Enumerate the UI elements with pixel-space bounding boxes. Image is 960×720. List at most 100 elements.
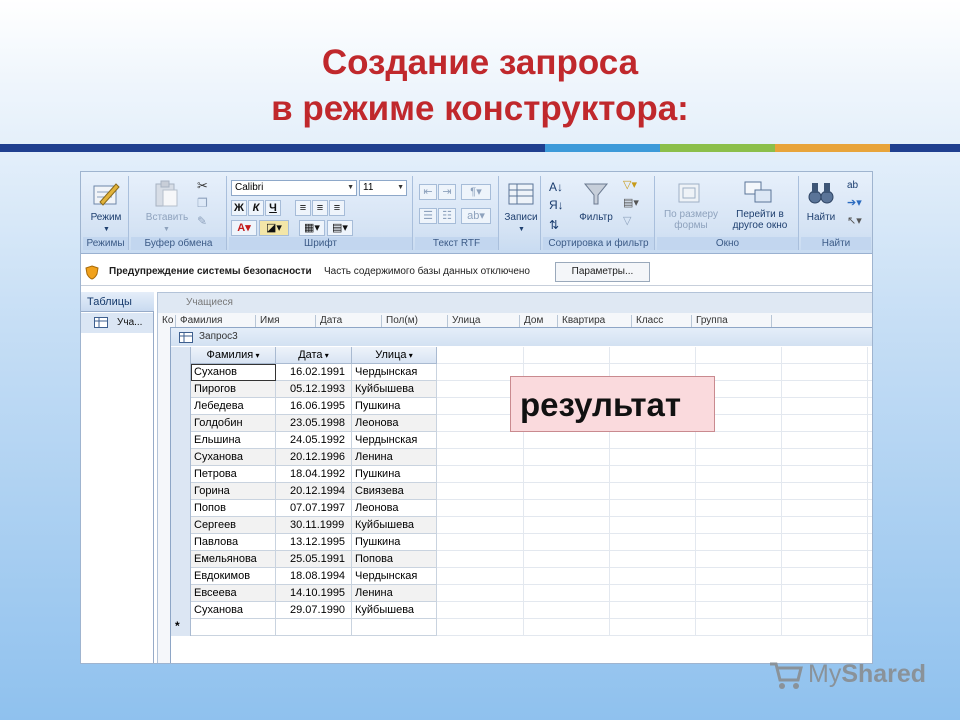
font-size-select[interactable]: 11 ▼ — [359, 180, 407, 196]
table-cell[interactable]: 24.05.1992 — [276, 432, 352, 449]
students-column-header[interactable]: Дата — [316, 315, 382, 327]
filter-button[interactable]: Фильтр — [575, 212, 617, 223]
records-dropdown-icon[interactable]: ▼ — [518, 224, 525, 235]
italic-button[interactable]: К — [248, 200, 264, 216]
table-cell[interactable]: Леонова — [352, 415, 437, 432]
table-cell[interactable]: Емельянова — [191, 551, 276, 568]
table-cell[interactable]: Голдобин — [191, 415, 276, 432]
toggle-filter-icon[interactable]: ▽ — [623, 216, 631, 227]
table-cell[interactable]: 20.12.1994 — [276, 483, 352, 500]
students-window-title[interactable]: Учащиеся — [158, 293, 872, 313]
table-cell[interactable]: 16.06.1995 — [276, 398, 352, 415]
table-cell[interactable]: 14.10.1995 — [276, 585, 352, 602]
students-column-header[interactable]: Класс — [632, 315, 692, 327]
find-button[interactable]: Найти — [801, 212, 841, 223]
underline-button[interactable]: Ч — [265, 200, 281, 216]
format-painter-icon[interactable]: ✎ — [197, 215, 207, 227]
table-cell[interactable]: Петрова — [191, 466, 276, 483]
mode-button[interactable]: Режим — [85, 212, 127, 223]
column-header[interactable]: Улица ▾ — [352, 347, 437, 364]
table-cell[interactable]: Сергеев — [191, 517, 276, 534]
table-cell[interactable]: 29.07.1990 — [276, 602, 352, 619]
table-cell[interactable]: Ленина — [352, 585, 437, 602]
query-window-title[interactable]: Запрос3 — [171, 328, 872, 346]
table-cell[interactable]: Евсеева — [191, 585, 276, 602]
nav-header[interactable]: Таблицы — [81, 292, 154, 312]
fit-to-form-button[interactable]: По размеру формы — [659, 209, 723, 231]
sort-ascending-icon[interactable]: A↓ — [549, 181, 563, 193]
table-cell[interactable]: Лебедева — [191, 398, 276, 415]
table-cell[interactable]: 18.08.1994 — [276, 568, 352, 585]
bullets-icon[interactable]: ☰ — [419, 208, 437, 224]
cut-icon[interactable]: ✂ — [197, 179, 208, 192]
align-right-icon[interactable]: ≡ — [329, 200, 345, 216]
bold-button[interactable]: Ж — [231, 200, 247, 216]
nav-item-students[interactable]: Уча... — [81, 313, 153, 333]
table-cell[interactable]: 20.12.1996 — [276, 449, 352, 466]
clear-sort-icon[interactable]: ⇅ — [549, 219, 559, 231]
table-cell[interactable]: 23.05.1998 — [276, 415, 352, 432]
numbering-icon[interactable]: ☷ — [438, 208, 456, 224]
advanced-filter-icon[interactable]: ▤▾ — [623, 198, 639, 209]
highlight-icon[interactable]: ab▾ — [461, 208, 491, 224]
chevron-down-icon[interactable]: ▾ — [253, 351, 259, 360]
copy-icon[interactable]: ❐ — [197, 197, 208, 209]
students-column-header[interactable]: Дом — [520, 315, 558, 327]
table-cell[interactable]: Суханова — [191, 602, 276, 619]
paste-button[interactable]: Вставить — [139, 212, 195, 223]
table-cell[interactable]: Пушкина — [352, 466, 437, 483]
table-cell[interactable]: Чердынская — [352, 568, 437, 585]
align-center-icon[interactable]: ≡ — [312, 200, 328, 216]
table-cell[interactable]: Суханова — [191, 449, 276, 466]
students-column-header[interactable]: Улица — [448, 315, 520, 327]
font-name-select[interactable]: Calibri ▼ — [231, 180, 357, 196]
table-cell[interactable]: Чердынская — [352, 432, 437, 449]
decrease-indent-icon[interactable]: ⇤ — [419, 184, 437, 200]
students-column-header[interactable]: Группа — [692, 315, 772, 327]
students-column-header[interactable]: Фамилия — [176, 315, 256, 327]
table-cell[interactable]: Куйбышева — [352, 517, 437, 534]
fill-color-icon[interactable]: ◪▾ — [259, 220, 289, 236]
gridlines-icon[interactable]: ▦▾ — [299, 220, 325, 236]
table-cell[interactable]: Попов — [191, 500, 276, 517]
table-cell[interactable]: 25.05.1991 — [276, 551, 352, 568]
table-cell[interactable]: Евдокимов — [191, 568, 276, 585]
table-cell[interactable]: Ленина — [352, 449, 437, 466]
font-color-icon[interactable]: A▾ — [231, 220, 257, 236]
selection-filter-icon[interactable]: ▽▾ — [623, 180, 637, 191]
students-column-header[interactable]: Квартира — [558, 315, 632, 327]
select-icon[interactable]: ↖▾ — [847, 216, 862, 227]
table-cell[interactable]: Леонова — [352, 500, 437, 517]
students-column-header[interactable]: Ко — [158, 315, 176, 327]
column-header[interactable]: Дата ▾ — [276, 347, 352, 364]
table-cell[interactable]: Павлова — [191, 534, 276, 551]
table-cell[interactable]: 18.04.1992 — [276, 466, 352, 483]
new-record-cell[interactable] — [352, 619, 437, 636]
table-cell[interactable]: Суханов — [191, 364, 276, 381]
students-column-header[interactable]: Пол(м) — [382, 315, 448, 327]
records-button[interactable]: Записи — [501, 212, 541, 223]
table-cell[interactable]: Пушкина — [352, 398, 437, 415]
table-cell[interactable]: 13.12.1995 — [276, 534, 352, 551]
paste-dropdown-icon[interactable]: ▼ — [163, 224, 170, 235]
paragraph-direction-icon[interactable]: ¶▾ — [461, 184, 491, 200]
table-cell[interactable]: Попова — [352, 551, 437, 568]
align-left-icon[interactable]: ≡ — [295, 200, 311, 216]
sort-descending-icon[interactable]: Я↓ — [549, 199, 564, 211]
table-cell[interactable]: Ельшина — [191, 432, 276, 449]
column-header[interactable]: Фамилия ▾ — [191, 347, 276, 364]
new-record-cell[interactable] — [191, 619, 276, 636]
mode-dropdown-icon[interactable]: ▼ — [103, 224, 110, 235]
table-cell[interactable]: Пирогов — [191, 381, 276, 398]
alt-row-color-icon[interactable]: ▤▾ — [327, 220, 353, 236]
chevron-down-icon[interactable]: ▾ — [323, 351, 329, 360]
table-cell[interactable]: 07.07.1997 — [276, 500, 352, 517]
table-cell[interactable]: Чердынская — [352, 364, 437, 381]
table-cell[interactable]: Куйбышева — [352, 381, 437, 398]
new-record-cell[interactable] — [276, 619, 352, 636]
students-column-header[interactable]: Имя — [256, 315, 316, 327]
switch-window-button[interactable]: Перейти в другое окно — [723, 209, 797, 231]
increase-indent-icon[interactable]: ⇥ — [438, 184, 456, 200]
table-cell[interactable]: 16.02.1991 — [276, 364, 352, 381]
record-selector-column[interactable] — [171, 347, 191, 636]
